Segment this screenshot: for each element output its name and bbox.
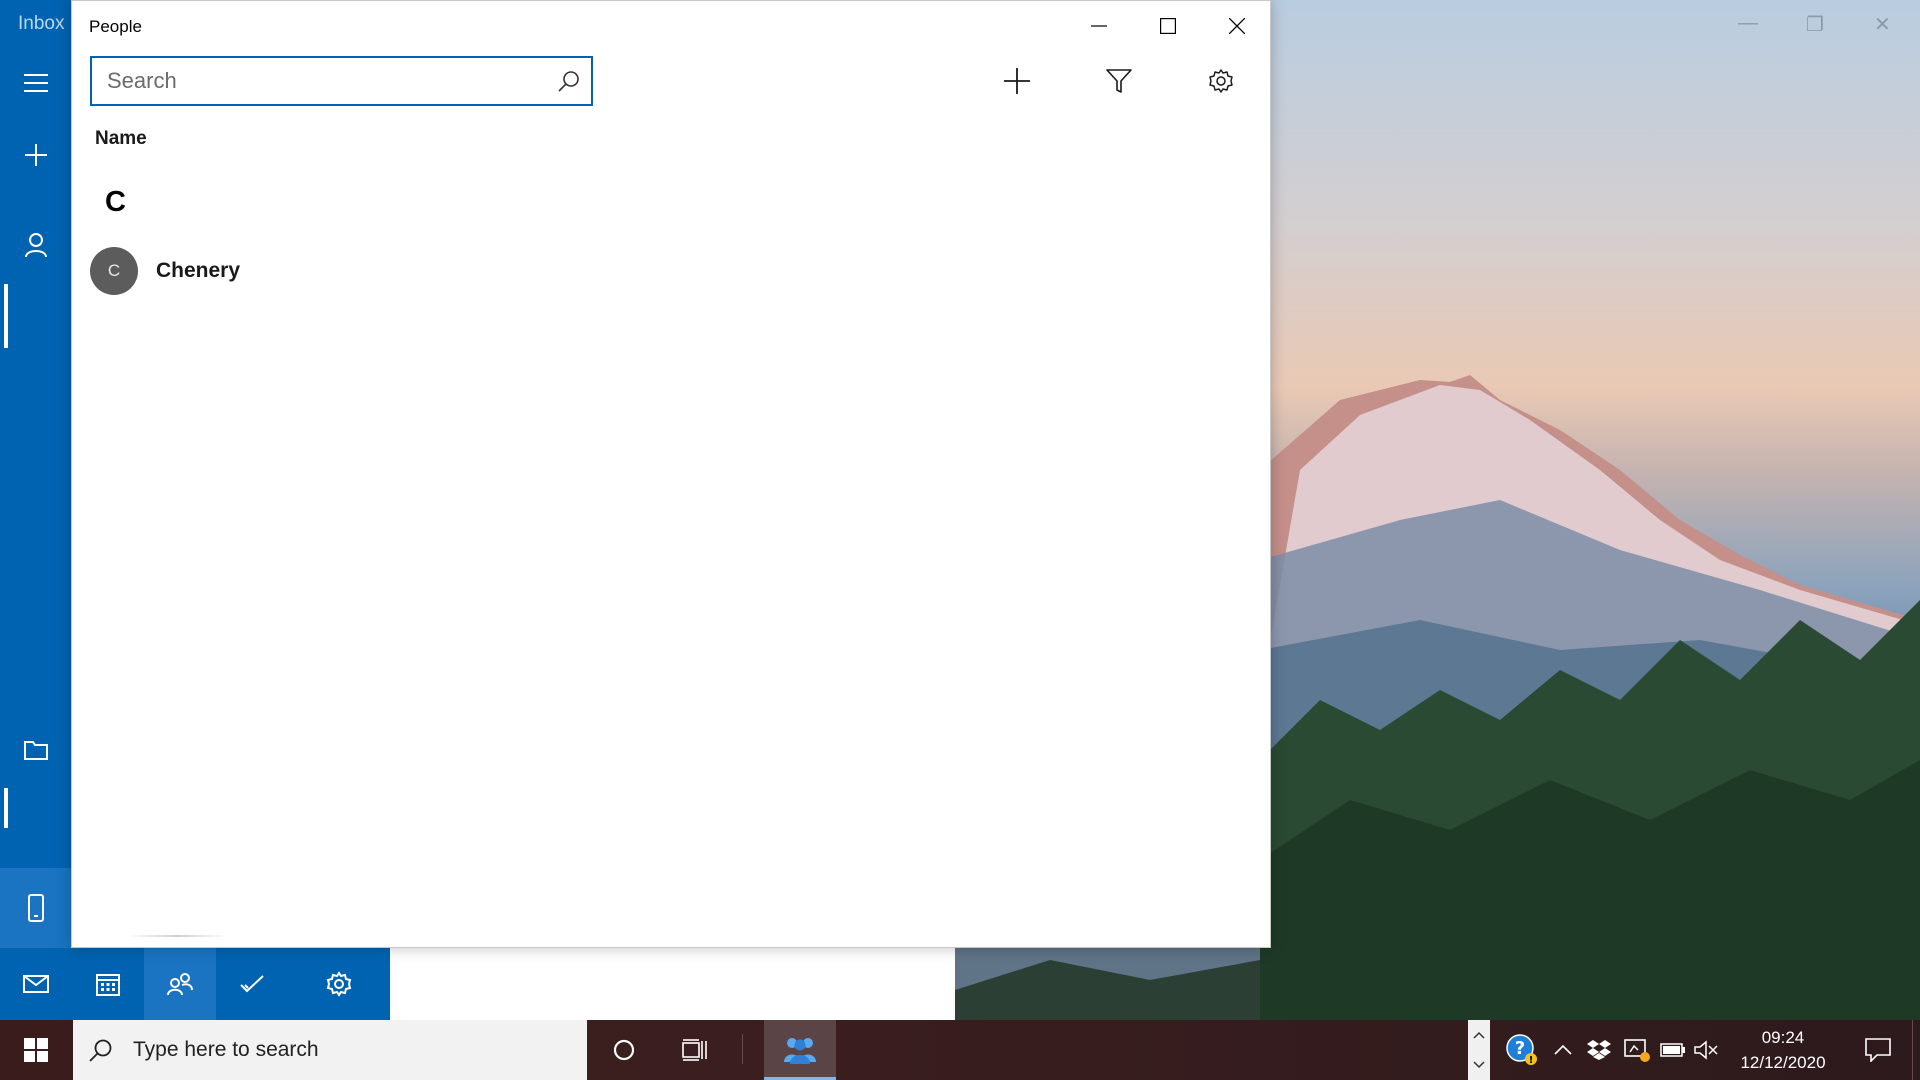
clock-date: 12/12/2020 [1740,1053,1826,1072]
minimize-icon [1090,25,1107,27]
network-tray-button[interactable] [1620,1020,1654,1080]
title-bar[interactable]: People [72,1,1270,51]
contact-name: Chenery [156,259,241,282]
name-column-header[interactable]: Name [95,128,147,150]
start-button[interactable] [0,1020,72,1080]
volume-tray-button[interactable] [1690,1020,1722,1080]
mail-content-strip [390,948,955,1020]
settings-button[interactable] [1196,56,1246,106]
taskbar: Type here to search ?! 09:24 12/12/2020 [0,1020,1920,1080]
mail-restore-button[interactable]: ❐ [1806,12,1824,37]
mail-close-button[interactable]: ✕ [1874,12,1891,37]
filter-button[interactable] [1094,56,1144,106]
people-icon [167,973,193,996]
mail-minimize-button[interactable]: — [1738,12,1758,35]
battery-tray-button[interactable] [1656,1020,1690,1080]
network-warning-icon [1624,1039,1650,1062]
mail-switch-button[interactable] [0,948,72,1020]
search-box [90,56,593,106]
mail-settings-button[interactable] [288,948,390,1020]
phone-icon [27,894,44,922]
scroll-indicator [127,935,227,937]
new-mail-button[interactable] [0,120,71,190]
minimize-button[interactable] [1064,1,1133,51]
search-input[interactable] [92,58,547,104]
chevron-up-icon [1554,1045,1572,1055]
action-center-button[interactable] [1848,1020,1908,1080]
help-tray-button[interactable]: ?! [1500,1020,1544,1080]
rail-selection-marker-2 [4,788,8,828]
maximize-button[interactable] [1133,1,1202,51]
accounts-button[interactable] [0,210,71,280]
search-button[interactable] [547,58,591,104]
hamburger-menu-button[interactable] [0,48,71,118]
avatar: C [90,247,138,295]
maximize-icon [1159,18,1176,34]
mail-nav-rail: Inbox [0,0,71,1020]
checkmark-icon [240,975,264,993]
group-header-letter[interactable]: C [105,186,126,219]
task-view-icon [682,1039,707,1061]
people-window: People Name C C Chenery [71,0,1271,948]
task-view-button[interactable] [666,1020,724,1080]
people-app-taskbar-button[interactable] [764,1020,836,1080]
gear-icon [326,971,352,997]
show-desktop-button[interactable] [1912,1020,1920,1080]
show-hidden-icons-button[interactable] [1548,1020,1578,1080]
taskbar-search-placeholder: Type here to search [133,1038,319,1061]
help-icon: ?! [1506,1034,1537,1066]
windows-logo-icon [24,1038,48,1062]
search-icon [558,71,579,92]
chevron-up-icon [1473,1031,1485,1039]
dropbox-icon [1587,1040,1611,1060]
tray-scroll-arrows[interactable] [1468,1020,1490,1080]
svg-text:!: ! [1529,1055,1534,1066]
cortana-circle-icon [613,1039,635,1061]
close-button[interactable] [1202,1,1271,51]
add-contact-button[interactable] [992,56,1042,106]
search-icon [89,1039,112,1062]
volume-muted-icon [1694,1040,1718,1060]
chevron-down-icon [1473,1061,1485,1069]
gear-icon [1209,69,1233,93]
people-switch-button[interactable] [144,948,216,1020]
svg-text:?: ? [1515,1038,1525,1059]
plus-icon [1004,68,1030,94]
contact-row[interactable]: C Chenery [88,241,608,301]
cortana-button[interactable] [595,1020,653,1080]
calendar-icon [96,974,120,996]
rail-selection-marker [4,284,8,348]
taskbar-separator [742,1034,743,1064]
battery-icon [1660,1043,1685,1057]
people-app-icon [784,1037,816,1064]
dropbox-tray-button[interactable] [1582,1020,1616,1080]
notification-icon [1865,1038,1891,1062]
todo-switch-button[interactable] [216,948,288,1020]
folders-button[interactable] [0,715,71,785]
clock-time: 09:24 [1761,1028,1805,1047]
folder-icon [23,741,48,760]
window-title: People [89,17,142,36]
taskbar-search-box[interactable]: Type here to search [73,1020,587,1080]
clock[interactable]: 09:24 12/12/2020 [1720,1025,1846,1075]
mail-icon [23,975,49,993]
filter-icon [1106,69,1132,93]
phone-button[interactable] [0,868,71,948]
hamburger-icon [23,74,48,92]
person-icon [24,233,47,258]
plus-icon [24,144,47,166]
close-icon [1228,18,1245,34]
calendar-switch-button[interactable] [72,948,144,1020]
inbox-label: Inbox [18,13,65,34]
mail-bottom-bar [0,948,390,1020]
